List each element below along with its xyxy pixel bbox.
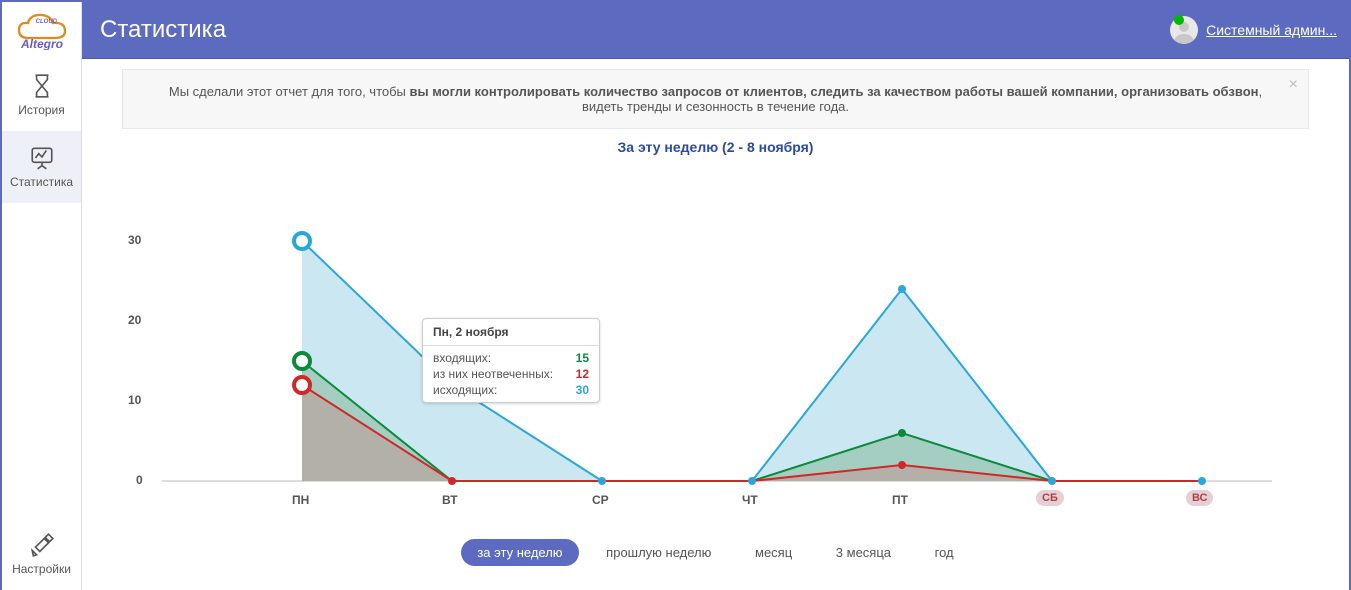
tools-icon <box>29 532 55 558</box>
tooltip-miss-label: из них неотвеченных: <box>433 367 553 381</box>
sidebar-item-stats[interactable]: Статистика <box>2 131 81 203</box>
user-menu[interactable]: Системный админ... <box>1156 16 1349 44</box>
svg-text:Altegro: Altegro <box>20 37 63 50</box>
chart[interactable]: 30 20 10 0 ПН ВТ СР ЧТ ПТ СБ ВС <box>122 163 1312 533</box>
range-last-week[interactable]: прошлую неделю <box>590 539 727 566</box>
main-content: × Мы сделали этот отчет для того, чтобы … <box>82 59 1349 590</box>
chart-svg <box>122 163 1312 523</box>
svg-text:CLOUD: CLOUD <box>35 19 57 25</box>
range-3months[interactable]: 3 месяца <box>820 539 907 566</box>
presentation-chart-icon <box>29 145 55 171</box>
tooltip-in-val: 15 <box>576 351 589 365</box>
range-year[interactable]: год <box>919 539 970 566</box>
info-notice: × Мы сделали этот отчет для того, чтобы … <box>122 69 1309 129</box>
tooltip-date: Пн, 2 ноября <box>423 319 599 346</box>
range-this-week[interactable]: за эту неделю <box>461 539 578 566</box>
app-header: CLOUD Altegro Статистика Системный админ… <box>2 2 1349 59</box>
notice-text-bold: вы могли контролировать количество запро… <box>410 84 1259 99</box>
close-icon[interactable]: × <box>1289 76 1298 94</box>
chart-title: За эту неделю (2 - 8 ноября) <box>112 139 1319 155</box>
sidebar-item-label: Настройки <box>12 562 71 576</box>
tooltip-out-label: исходящих: <box>433 383 497 397</box>
hourglass-icon <box>29 73 55 99</box>
tooltip-out-val: 30 <box>576 383 589 397</box>
sidebar-item-label: Статистика <box>10 175 73 189</box>
notice-text-pre: Мы сделали этот отчет для того, чтобы <box>169 84 410 99</box>
tooltip-miss-val: 12 <box>576 367 589 381</box>
cloud-logo-icon: CLOUD Altegro <box>13 10 71 50</box>
sidebar-item-history[interactable]: История <box>2 59 81 131</box>
tooltip-in-label: входящих: <box>433 351 491 365</box>
sidebar-item-label: История <box>18 103 65 117</box>
chart-tooltip: Пн, 2 ноября входящих: 15 из них неотвече… <box>422 318 600 403</box>
sidebar-item-settings[interactable]: Настройки <box>2 518 81 590</box>
range-selector: за эту неделю прошлую неделю месяц 3 мес… <box>112 539 1319 566</box>
range-month[interactable]: месяц <box>739 539 808 566</box>
sidebar: История Статистика Настройки <box>2 59 82 590</box>
page-title: Статистика <box>82 16 1156 44</box>
username[interactable]: Системный админ... <box>1206 22 1337 38</box>
logo: CLOUD Altegro <box>2 2 82 59</box>
